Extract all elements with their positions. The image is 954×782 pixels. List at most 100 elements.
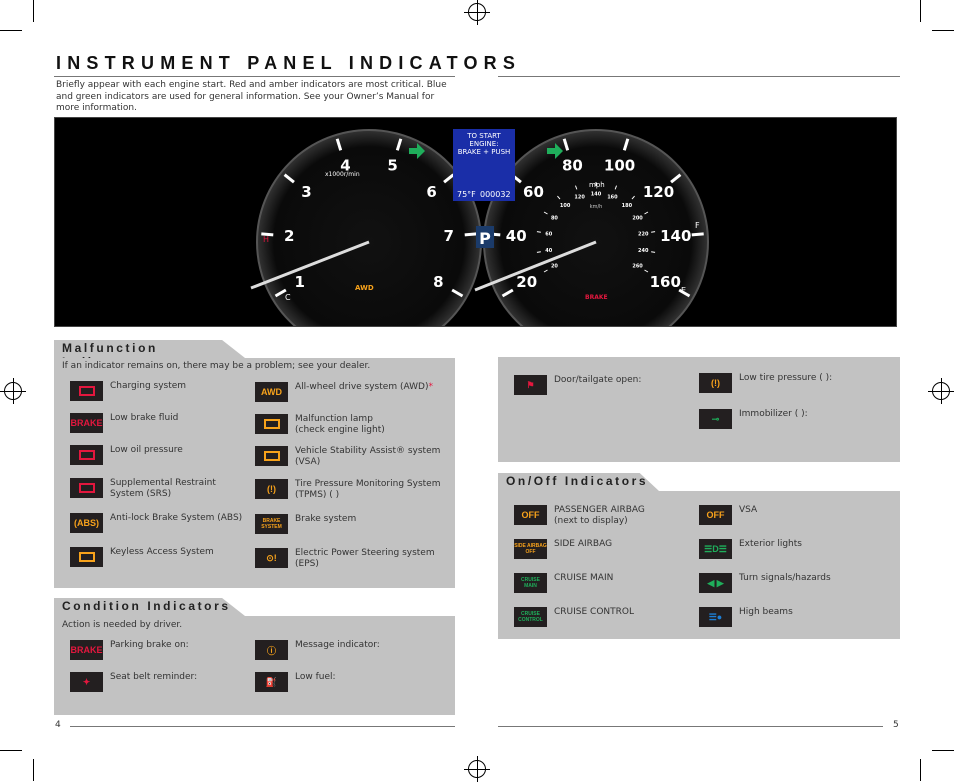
indicator-item: Keyless Access System [70,547,214,567]
indicator-label-text: Exterior lights [739,539,802,549]
gauge-label: 200 [632,216,643,222]
kmh-unit: km/h [590,204,603,210]
gauge-label: 100 [560,203,571,209]
gear-indicator: P [479,229,491,248]
indicator-label: High beams [739,607,793,618]
indicator-item: (ABS) Anti-lock Brake System (ABS) [70,513,242,533]
indicator-label: Brake system [295,514,356,525]
indicator-label-text: Low fuel: [295,672,336,682]
gauge-label: 80 [562,157,583,175]
gauge-label: 260 [632,264,643,270]
indicator-item: ◀ ▶ Turn signals/hazards [699,573,831,593]
indicator-item: ☰● High beams [699,607,793,627]
indicator-item: ⊸ Immobilizer ( ): [699,409,808,429]
instrument-cluster: 1234 5678 20406080 100120140160204060801001… [250,129,709,326]
gauge-label: 120 [574,195,585,201]
airbag-icon [70,478,103,498]
gauge-label: 140 [591,192,602,198]
passenger-airbag-off-icon: OFF [514,505,547,525]
indicator-label: Parking brake on: [110,640,189,651]
temp-hot-label: H [263,235,269,244]
immobilizer-icon: ⊸ [699,409,732,429]
gauge-tick [536,231,541,233]
indicator-label-text: High beams [739,607,793,617]
gauge-label: 220 [638,231,649,237]
indicator-label-text: Low brake fluid [110,413,179,423]
onoff-header: On/Off Indicators [498,473,659,491]
indicator-label-text: Parking brake on: [110,640,189,650]
gauge-label: 40 [545,248,552,254]
outside-temp: 75°F [457,190,476,199]
section-heading: On/Off Indicators [506,474,649,488]
indicator-label-text: Immobilizer ( ): [739,409,808,419]
battery-icon [70,381,103,401]
message-icon: ⓘ [255,640,288,660]
indicator-label-text: Charging system [110,381,187,391]
indicator-label-text: CRUISE MAIN [554,573,614,583]
info-display-line: TO START [466,132,501,140]
cruise-main-icon: CRUISE MAIN [514,573,547,593]
gauge-label: 120 [643,183,674,201]
speed-unit: mph [589,181,605,189]
temp-cold-label: C [285,293,291,302]
brake-system-icon: BRAKE SYSTEM [255,514,288,534]
crop-mark [920,759,921,781]
indicator-label: Charging system [110,381,186,392]
indicator-item: ✦ Seat belt reminder: [70,672,197,692]
indicator-label: Message indicator: [295,640,380,651]
indicator-label: Seat belt reminder: [110,672,197,683]
indicator-label: PASSENGER AIRBAG (next to display) [554,505,645,526]
section-subtitle: If an indicator remains on, there may be… [62,361,371,371]
indicator-label: Keyless Access System [110,547,214,558]
indicator-item: AWD All-wheel drive system (AWD)* [255,382,433,402]
title-rule-right [498,76,900,77]
tire-pressure-icon: (!) [255,479,288,499]
crop-mark [932,750,954,751]
footnote-asterisk: * [428,382,433,392]
indicator-item: ☰D☰ Exterior lights [699,539,802,559]
low-tire-icon: (!) [699,373,732,393]
gauge-label: 40 [506,227,527,245]
awd-icon: AWD [255,382,288,402]
indicator-label-text: Anti-lock Brake System (ABS) [110,513,243,523]
title-rule [54,76,455,77]
gauge-label: 80 [551,216,558,222]
fuel-icon: ⛽ [255,672,288,692]
abs-icon: (ABS) [70,513,103,533]
indicator-label: Low tire pressure ( ): [739,373,832,384]
check-engine-icon [255,414,288,434]
indicator-item: Low oil pressure [70,445,183,465]
awd-indicator: AWD [355,284,374,292]
indicator-label: VSA [739,505,757,516]
page-number-left: 4 [55,720,61,730]
indicator-label-text: Supplemental Restraint System (SRS) [110,478,216,499]
gauge-tick [536,251,541,253]
indicator-item: CRUISE CONTROL CRUISE CONTROL [514,607,634,627]
registration-mark [464,756,490,782]
indicator-item: CRUISE MAIN CRUISE MAIN [514,573,613,593]
crop-mark [920,0,921,22]
footer-rule [70,726,455,727]
indicator-item: OFF PASSENGER AIRBAG (next to display) [514,505,645,526]
crop-mark [0,30,22,31]
indicator-label: Vehicle Stability Assist® system (VSA) [295,446,440,467]
high-beams-icon: ☰● [699,607,732,627]
indicator-label: Low brake fluid [110,413,178,424]
page-title: INSTRUMENT PANEL INDICATORS [56,53,522,73]
indicator-label: CRUISE MAIN [554,573,613,584]
gauge-tick [691,232,704,237]
turn-signals-icon: ◀ ▶ [699,573,732,593]
indicator-item: Charging system [70,381,186,401]
gauge-label: 8 [433,273,443,291]
registration-mark [928,378,954,404]
gauge-label: 160 [650,273,681,291]
condition-section-continued: ⚑ Door/tailgate open: (!) Low tire pressure… [498,357,900,462]
gauge-label: 100 [604,157,635,175]
gauge-label: 5 [387,157,397,175]
registration-mark [464,0,490,25]
info-display-line: ENGINE: [469,140,498,148]
indicator-item: ⊙! Electric Power Steering system (EPS) [255,548,435,569]
gauge-tick [464,232,477,237]
indicator-label: Electric Power Steering system (EPS) [295,548,435,569]
gauge-label: 60 [545,231,552,237]
